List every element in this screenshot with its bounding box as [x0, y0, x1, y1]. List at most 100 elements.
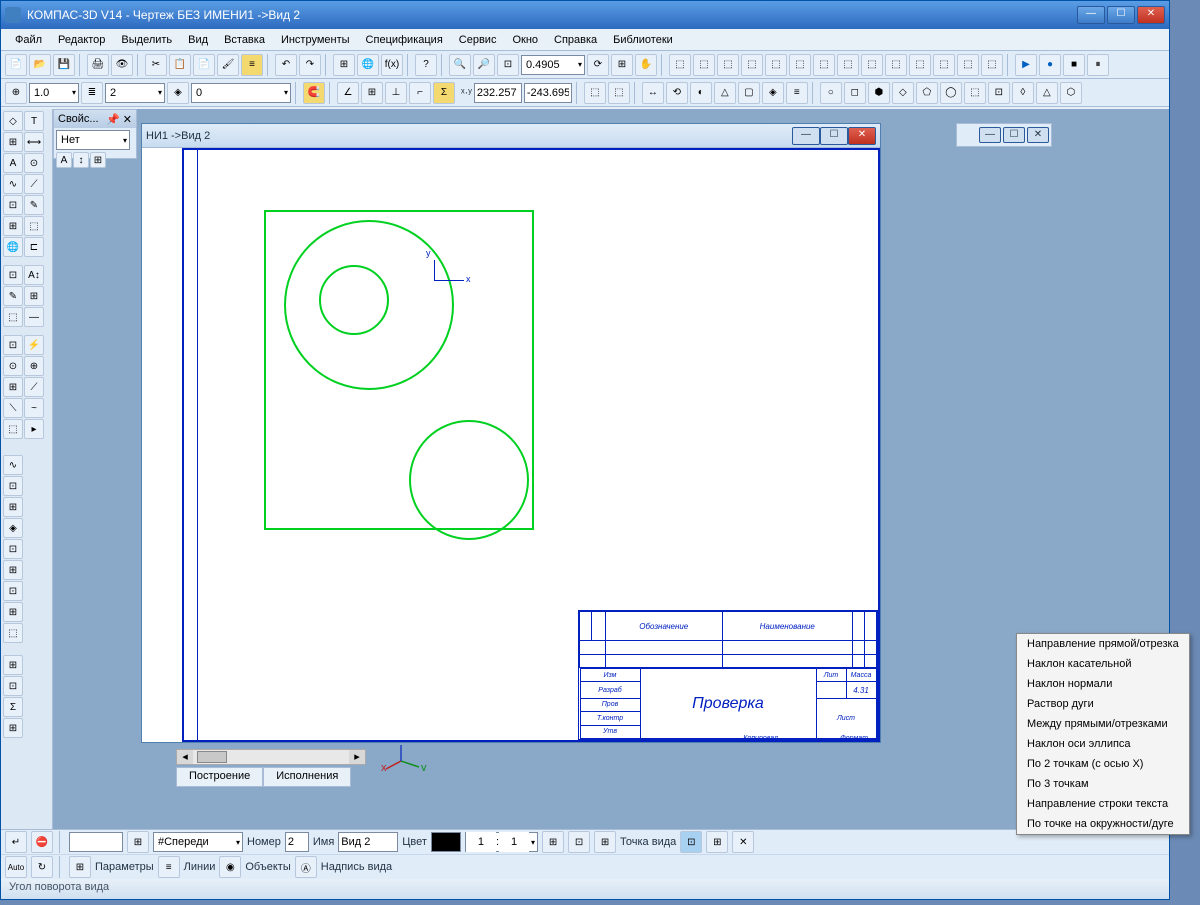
- doc-maximize-button[interactable]: ☐: [820, 127, 848, 145]
- orient-icon[interactable]: ⊞: [127, 831, 149, 853]
- lt-c6-icon[interactable]: ⟋: [24, 377, 44, 397]
- m1-icon[interactable]: ↔: [642, 82, 664, 104]
- tab-objects[interactable]: Объекты: [245, 861, 290, 873]
- zoom-dropdown[interactable]: 0.4905: [521, 55, 585, 75]
- param-icon[interactable]: Σ: [433, 82, 455, 104]
- paste-icon[interactable]: 📄: [193, 54, 215, 76]
- help-icon[interactable]: ?: [415, 54, 437, 76]
- menu-service[interactable]: Сервис: [451, 32, 505, 48]
- lt-a2-icon[interactable]: ⊙: [24, 153, 44, 173]
- undo-icon[interactable]: ↶: [275, 54, 297, 76]
- new-icon[interactable]: 📄: [5, 54, 27, 76]
- m2-icon[interactable]: ⟲: [666, 82, 688, 104]
- play-icon[interactable]: ▶: [1015, 54, 1037, 76]
- t5-icon[interactable]: ⬚: [765, 54, 787, 76]
- c7-icon[interactable]: ⬚: [964, 82, 986, 104]
- pan-icon[interactable]: ✋: [635, 54, 657, 76]
- t12-icon[interactable]: ⬚: [933, 54, 955, 76]
- lt-b1-icon[interactable]: ⊡: [3, 265, 23, 285]
- caption-tab-icon[interactable]: Ⓐ: [295, 856, 317, 878]
- lt-d2-icon[interactable]: ⊡: [3, 476, 23, 496]
- params-tab-icon[interactable]: ⊞: [69, 856, 91, 878]
- coord-icon[interactable]: ⊕: [5, 82, 27, 104]
- snap-icon[interactable]: 🧲: [303, 82, 325, 104]
- dim2-icon[interactable]: ⬚: [608, 82, 630, 104]
- doc2-close-button[interactable]: ✕: [1027, 127, 1049, 143]
- redo-icon[interactable]: ↷: [299, 54, 321, 76]
- lt-d1-icon[interactable]: ∿: [3, 455, 23, 475]
- t13-icon[interactable]: ⬚: [957, 54, 979, 76]
- t3-icon[interactable]: ⬚: [717, 54, 739, 76]
- t11-icon[interactable]: ⬚: [909, 54, 931, 76]
- scrollbar-thumb[interactable]: [197, 751, 227, 763]
- lt-e3-icon[interactable]: Σ: [3, 697, 23, 717]
- dim1-icon[interactable]: ⬚: [584, 82, 606, 104]
- props-icon[interactable]: ≡: [241, 54, 263, 76]
- m4-icon[interactable]: △: [714, 82, 736, 104]
- ctx-item-3[interactable]: Раствор дуги: [1017, 694, 1189, 714]
- lt-d7-icon[interactable]: ⊡: [3, 581, 23, 601]
- lt-c4-icon[interactable]: ⊕: [24, 356, 44, 376]
- lt-e1-icon[interactable]: ⊞: [3, 655, 23, 675]
- lt-c10-icon[interactable]: ▸: [24, 419, 44, 439]
- lt-b2-icon[interactable]: A↕: [24, 265, 44, 285]
- doc2-minimize-button[interactable]: —: [979, 127, 1001, 143]
- menu-insert[interactable]: Вставка: [216, 32, 273, 48]
- bottom-input-1[interactable]: [69, 832, 123, 852]
- lt-e2-icon[interactable]: ⊡: [3, 676, 23, 696]
- lt-table-icon[interactable]: ⊞: [3, 132, 23, 152]
- ortho-icon[interactable]: ⊥: [385, 82, 407, 104]
- layer-icon[interactable]: ◈: [167, 82, 189, 104]
- ctx-item-9[interactable]: По точке на окружности/дуге: [1017, 814, 1189, 834]
- lt-d5-icon[interactable]: ⊡: [3, 539, 23, 559]
- coord-x-input[interactable]: [474, 83, 522, 103]
- layers-icon[interactable]: ≣: [81, 82, 103, 104]
- copy-icon[interactable]: 📋: [169, 54, 191, 76]
- lt-c5-icon[interactable]: ⊞: [3, 377, 23, 397]
- print-icon[interactable]: 🖨: [87, 54, 109, 76]
- manager-icon[interactable]: ⊞: [333, 54, 355, 76]
- lt-c9-icon[interactable]: ⬚: [3, 419, 23, 439]
- stop-icon[interactable]: ■: [1063, 54, 1085, 76]
- lt-text-icon[interactable]: T: [24, 111, 44, 131]
- t9-icon[interactable]: ⬚: [861, 54, 883, 76]
- ctx-item-2[interactable]: Наклон нормали: [1017, 674, 1189, 694]
- bp4-icon[interactable]: ⊡: [680, 831, 702, 853]
- props-pin-icon[interactable]: 📌: [106, 114, 120, 126]
- menu-file[interactable]: Файл: [7, 32, 50, 48]
- zoom-window-icon[interactable]: ⊞: [611, 54, 633, 76]
- m3-icon[interactable]: ◐: [690, 82, 712, 104]
- h-scrollbar[interactable]: ◂ ▸: [176, 749, 366, 765]
- bp6-icon[interactable]: ✕: [732, 831, 754, 853]
- menu-libs[interactable]: Библиотеки: [605, 32, 681, 48]
- open-icon[interactable]: 📂: [29, 54, 51, 76]
- lt-d8-icon[interactable]: ⊞: [3, 602, 23, 622]
- m5-icon[interactable]: ▢: [738, 82, 760, 104]
- orientation-dropdown[interactable]: #Спереди: [153, 832, 243, 852]
- t10-icon[interactable]: ⬚: [885, 54, 907, 76]
- doc-minimize-button[interactable]: —: [792, 127, 820, 145]
- lt-b5-icon[interactable]: ⬚: [3, 307, 23, 327]
- c2-icon[interactable]: ◻: [844, 82, 866, 104]
- name-input[interactable]: [338, 832, 398, 852]
- t8-icon[interactable]: ⬚: [837, 54, 859, 76]
- lt-d4-icon[interactable]: ◈: [3, 518, 23, 538]
- maximize-button[interactable]: ☐: [1107, 6, 1135, 24]
- ctx-item-8[interactable]: Направление строки текста: [1017, 794, 1189, 814]
- round-icon[interactable]: ⌐: [409, 82, 431, 104]
- t7-icon[interactable]: ⬚: [813, 54, 835, 76]
- lt-a6-icon[interactable]: ✎: [24, 195, 44, 215]
- auto-icon[interactable]: Auto: [5, 856, 27, 878]
- drawing-canvas[interactable]: y x ОбозначениеНаименование ИзмПроверкаЛ…: [142, 148, 880, 742]
- angle-icon[interactable]: ∠: [337, 82, 359, 104]
- tab-construction[interactable]: Построение: [176, 767, 263, 787]
- lt-b3-icon[interactable]: ✎: [3, 286, 23, 306]
- color-dropdown[interactable]: [431, 832, 461, 852]
- lt-a4-icon[interactable]: ⟋: [24, 174, 44, 194]
- number-input[interactable]: [285, 832, 309, 852]
- doc-close-button[interactable]: ✕: [848, 127, 876, 145]
- pause-icon[interactable]: ⏸: [1087, 54, 1109, 76]
- m6-icon[interactable]: ◈: [762, 82, 784, 104]
- close-button[interactable]: ✕: [1137, 6, 1165, 24]
- ctx-item-7[interactable]: По 3 точкам: [1017, 774, 1189, 794]
